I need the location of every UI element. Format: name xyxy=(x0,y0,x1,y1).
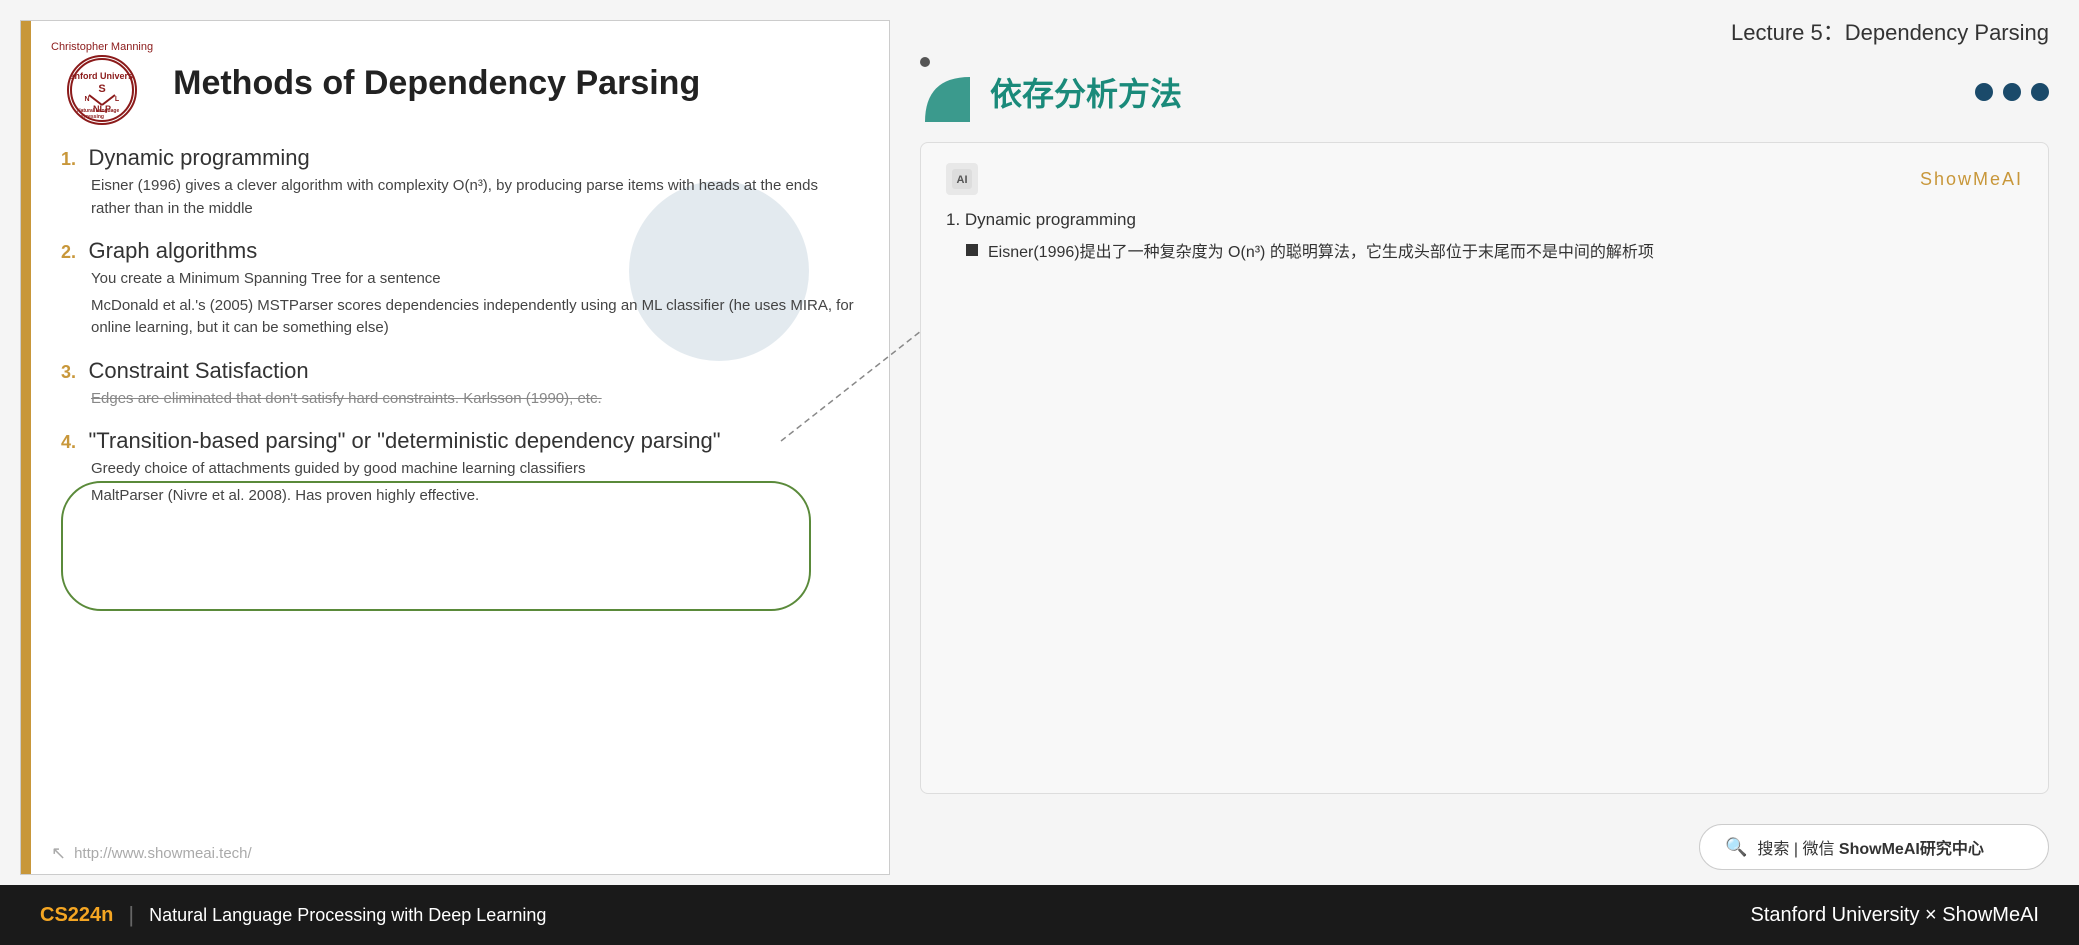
author-label: Christopher Manning xyxy=(51,41,153,53)
method-2-heading: Graph algorithms xyxy=(88,238,257,263)
search-icon: 🔍 xyxy=(1725,837,1747,858)
right-panel: Lecture 5：Dependency Parsing 依存分析方法 xyxy=(910,0,2079,885)
search-bar[interactable]: 🔍 搜索 | 微信 ShowMeAI研究中心 xyxy=(1699,824,2049,870)
slide-title: Methods of Dependency Parsing xyxy=(173,64,700,103)
footer-url: http://www.showmeai.tech/ xyxy=(74,845,252,862)
method-item-4: 4. "Transition-based parsing" or "determ… xyxy=(61,428,859,507)
slide-panel: Christopher Manning Stanford University … xyxy=(20,20,890,875)
right-header: 依存分析方法 xyxy=(920,57,2049,127)
ai-bullet-1: Eisner(1996)提出了一种复杂度为 O(n³) 的聪明算法，它生成头部位… xyxy=(966,240,2023,266)
method-3-number: 3. xyxy=(61,362,76,382)
dot-indicators xyxy=(1975,83,2049,101)
bottom-bar: CS224n | Natural Language Processing wit… xyxy=(0,885,2079,945)
ai-bullet-text: Eisner(1996)提出了一种复杂度为 O(n³) 的聪明算法，它生成头部位… xyxy=(988,240,1654,266)
svg-text:Processing: Processing xyxy=(77,114,104,120)
small-dot-top xyxy=(920,57,930,67)
dot-1 xyxy=(1975,83,1993,101)
ai-item-1-label: 1. Dynamic programming xyxy=(946,210,2023,230)
svg-text:Stanford University: Stanford University xyxy=(69,71,135,81)
ai-card: AI ShowMeAI 1. Dynamic programming Eisne… xyxy=(920,142,2049,794)
method-1-number: 1. xyxy=(61,149,76,169)
showmeai-label: ShowMeAI xyxy=(1920,169,2023,190)
x-sign: × xyxy=(1925,904,1942,926)
method-2-number: 2. xyxy=(61,242,76,262)
bullet-square xyxy=(966,244,978,256)
cn-title: 依存分析方法 xyxy=(990,69,1182,115)
bottom-description: Natural Language Processing with Deep Le… xyxy=(149,905,546,926)
ai-card-header: AI ShowMeAI xyxy=(946,163,2023,195)
logo-area: Christopher Manning Stanford University … xyxy=(51,41,153,125)
stanford-label: Stanford University xyxy=(1751,904,1920,926)
method-4-desc1: Greedy choice of attachments guided by g… xyxy=(91,458,859,481)
method-1-desc: Eisner (1996) gives a clever algorithm w… xyxy=(91,175,859,220)
method-3-desc: Edges are eliminated that don't satisfy … xyxy=(91,388,859,411)
method-4-heading: "Transition-based parsing" or "determini… xyxy=(88,428,720,453)
search-text: 搜索 | 微信 ShowMeAI研究中心 xyxy=(1757,835,1983,859)
bottom-right: Stanford University × ShowMeAI xyxy=(1751,904,2040,927)
method-2-desc1: You create a Minimum Spanning Tree for a… xyxy=(91,268,859,291)
method-1-heading: Dynamic programming xyxy=(88,145,309,170)
section-title-cn-area: 依存分析方法 xyxy=(920,57,1182,127)
method-item-1: 1. Dynamic programming Eisner (1996) giv… xyxy=(61,145,859,220)
method-2-desc2: McDonald et al.'s (2005) MSTParser score… xyxy=(91,295,859,340)
slide-body: 1. Dynamic programming Eisner (1996) giv… xyxy=(51,145,859,507)
bottom-divider: | xyxy=(128,902,134,928)
method-4-number: 4. xyxy=(61,432,76,452)
svg-text:AI: AI xyxy=(957,174,968,186)
method-item-3: 3. Constraint Satisfaction Edges are eli… xyxy=(61,358,859,411)
method-3-heading: Constraint Satisfaction xyxy=(88,358,308,383)
slide-header: Christopher Manning Stanford University … xyxy=(51,41,859,125)
lecture-title: Lecture 5：Dependency Parsing xyxy=(920,15,2049,47)
method-4-desc2: MaltParser (Nivre et al. 2008). Has prov… xyxy=(91,485,859,508)
svg-text:L: L xyxy=(115,96,120,103)
bottom-left: CS224n | Natural Language Processing wit… xyxy=(40,902,546,928)
svg-text:S: S xyxy=(98,83,105,95)
ai-icon: AI xyxy=(946,163,978,195)
svg-text:N: N xyxy=(85,96,90,103)
teal-shape xyxy=(920,72,975,127)
course-code: CS224n xyxy=(40,904,113,927)
dot-2 xyxy=(2003,83,2021,101)
ai-content: 1. Dynamic programming Eisner(1996)提出了一种… xyxy=(946,210,2023,266)
stanford-nlp-logo: Stanford University S NLP N L Natural La… xyxy=(67,55,137,125)
showmeai-brand: ShowMeAI xyxy=(1942,904,2039,926)
slide-footer: ↖ http://www.showmeai.tech/ xyxy=(21,833,889,874)
dot-3 xyxy=(2031,83,2049,101)
method-item-2: 2. Graph algorithms You create a Minimum… xyxy=(61,238,859,340)
cursor-icon: ↖ xyxy=(51,843,66,864)
